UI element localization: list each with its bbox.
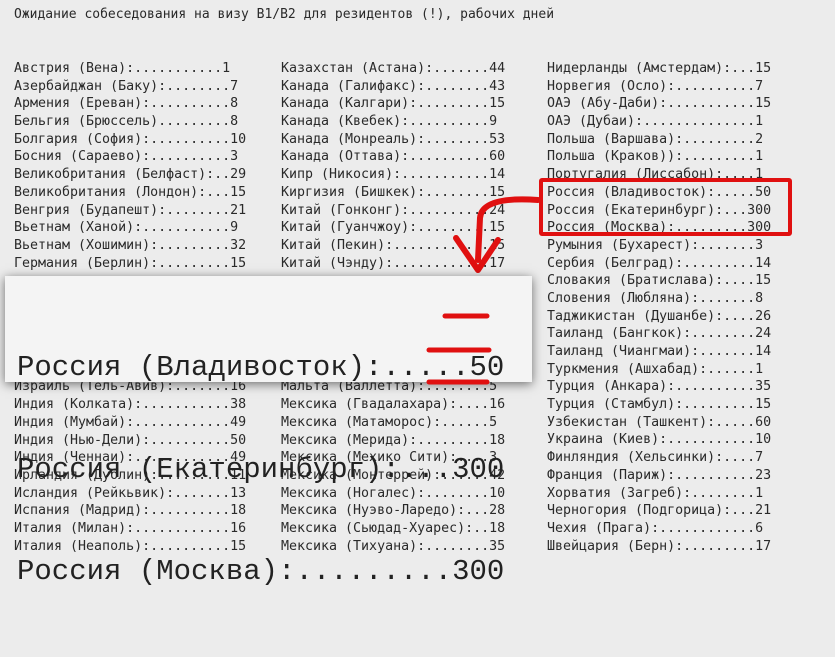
zoom-row: Россия (Екатеринбург):...300 <box>17 453 532 487</box>
embassy-wait-row: Вьетнам (Ханой):...........9 <box>14 220 239 236</box>
embassy-wait-row: Швейцария (Берн):.........17 <box>547 538 772 554</box>
embassy-wait-row: Румыния (Бухарест):.......3 <box>547 237 764 253</box>
zoom-label: Россия (Екатеринбург):... <box>17 453 453 486</box>
embassy-wait-row: Армения (Ереван):..........8 <box>14 96 239 112</box>
embassy-wait-row: ОАЭ (Абу-Даби):...........15 <box>547 96 772 112</box>
embassy-wait-row: Таджикистан (Душанбе):....26 <box>547 308 772 324</box>
embassy-wait-row: Хорватия (Загреб):........1 <box>547 485 764 501</box>
embassy-wait-row: Таиланд (Чиангмаи):.......14 <box>547 344 772 359</box>
embassy-wait-row: Словения (Любляна):.......8 <box>547 290 764 306</box>
embassy-wait-row: Канада (Квебек):..........9 <box>281 114 498 130</box>
embassy-wait-row: Украина (Киев):...........10 <box>547 432 772 448</box>
embassy-wait-row: Канада (Галифакс):........43 <box>281 78 506 94</box>
zoom-underlines <box>426 313 492 385</box>
embassy-wait-row: Канада (Оттава):..........60 <box>281 149 506 165</box>
russia-highlight-box <box>539 178 792 236</box>
embassy-wait-row: Босния (Сараево):..........3 <box>14 149 239 165</box>
embassy-wait-row: Канада (Монреаль):........53 <box>281 131 506 147</box>
zoom-row: Россия (Москва):.........300 <box>17 555 532 589</box>
embassy-wait-row: Норвегия (Осло):..........7 <box>547 78 764 94</box>
embassy-wait-row: Сербия (Белград):.........14 <box>547 255 772 271</box>
page-title: Ожидание собеседования на визу B1/B2 для… <box>14 7 555 22</box>
zoom-value: 300 <box>452 555 505 588</box>
embassy-wait-row: Германия (Берлин):.........15 <box>14 255 247 271</box>
embassy-wait-row: Финляндия (Хельсинки):....7 <box>547 450 764 466</box>
embassy-wait-row: ОАЭ (Дубаи):..............1 <box>547 114 764 130</box>
embassy-wait-row: Польша (Краков)):.........1 <box>547 149 764 165</box>
embassy-wait-row: Болгария (София):..........10 <box>14 131 247 147</box>
embassy-wait-row: Венгрия (Будапешт):........21 <box>14 202 247 218</box>
embassy-wait-row: Австрия (Вена):...........1 <box>14 61 231 76</box>
embassy-wait-row: Кипр (Никосия):...........14 <box>281 167 506 183</box>
embassy-wait-row: Нидерланды (Амстердам):...15 <box>547 61 772 76</box>
embassy-wait-row: Чехия (Прага):............6 <box>547 520 764 536</box>
embassy-wait-row: Великобритания (Лондон):...15 <box>14 184 247 200</box>
embassy-wait-row: Узбекистан (Ташкент):.....60 <box>547 414 772 430</box>
embassy-wait-row: Бельгия (Брюссель).........8 <box>14 114 239 130</box>
embassy-wait-row: Черногория (Подгорица):...21 <box>547 503 772 519</box>
pointer-arrow-icon <box>453 196 541 273</box>
embassy-wait-row: Азербайджан (Баку):........7 <box>14 78 239 94</box>
embassy-wait-row: Турция (Анкара):..........35 <box>547 379 772 395</box>
embassy-wait-row: Таиланд (Бангкок):........24 <box>547 326 772 342</box>
embassy-wait-row: Казахстан (Астана):.......44 <box>281 61 506 76</box>
zoom-value: 300 <box>452 453 505 486</box>
embassy-wait-row: Турция (Стамбул):.........15 <box>547 397 772 413</box>
embassy-wait-row: Польша (Варшава):.........2 <box>547 131 764 147</box>
zoom-label: Россия (Москва):......... <box>17 555 453 588</box>
embassy-wait-row: Франция (Париж):..........23 <box>547 467 772 483</box>
embassy-wait-row: Туркмения (Ашхабад):......1 <box>547 361 764 377</box>
zoom-callout: Россия (Владивосток):.....50 Россия (Ека… <box>5 276 532 588</box>
embassy-wait-row: Словакия (Братислава):....15 <box>547 273 772 289</box>
embassy-wait-row: Канада (Калгари):.........15 <box>281 96 506 112</box>
embassy-wait-row: Вьетнам (Хошимин):.........32 <box>14 237 247 253</box>
embassy-wait-row: Великобритания (Белфаст):..29 <box>14 167 247 183</box>
embassy-column-3: Нидерланды (Амстердам):...15 Норвегия (Ос… <box>547 60 771 555</box>
